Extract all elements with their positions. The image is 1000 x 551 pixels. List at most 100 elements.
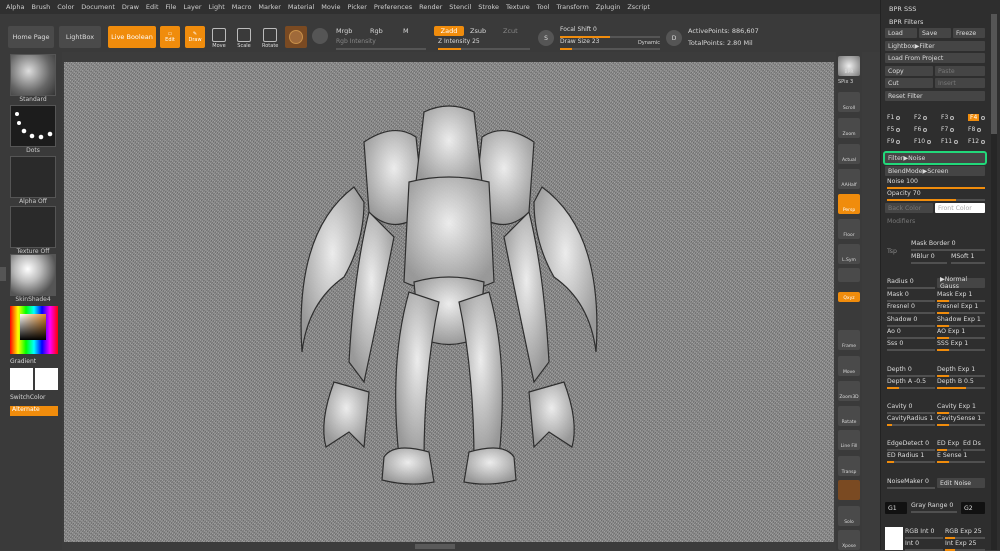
scale-button[interactable]: Scale: [237, 28, 251, 49]
mrgb-toggle[interactable]: Mrgb: [336, 27, 352, 35]
menu-item[interactable]: Movie: [321, 3, 340, 11]
zoom-button[interactable]: Zoom: [838, 118, 860, 138]
xyz-button[interactable]: Qxyz: [838, 292, 860, 302]
actual-button[interactable]: Actual: [838, 144, 860, 164]
e-sense-slider[interactable]: E Sense 1: [937, 452, 985, 463]
focal-shift-slider[interactable]: Focal Shift 0: [560, 26, 660, 38]
msoft-slider[interactable]: MSoft 1: [951, 253, 985, 264]
m-toggle[interactable]: M: [403, 27, 409, 35]
filter-slot-f4[interactable]: F4: [968, 114, 986, 121]
filter-slot-f8[interactable]: F8: [968, 126, 982, 133]
int-exp-slider[interactable]: Int Exp 25: [945, 540, 985, 551]
menu-item[interactable]: Draw: [122, 3, 139, 11]
bottom-tray-toggle[interactable]: [415, 544, 455, 549]
left-tray-toggle[interactable]: [0, 267, 6, 281]
edit-noise-button[interactable]: Edit Noise: [937, 478, 985, 488]
draw-size-slider[interactable]: Draw Size 23 Dynamic: [560, 38, 660, 50]
live-boolean-button[interactable]: Live Boolean: [108, 26, 156, 48]
bpr-button[interactable]: BPR: [838, 56, 860, 76]
move-view-button[interactable]: Move: [838, 356, 860, 376]
color-picker[interactable]: [10, 306, 58, 354]
back-color-button[interactable]: Back Color: [885, 203, 933, 213]
zsub-toggle[interactable]: Zsub: [470, 27, 486, 35]
fresnel-exp-slider[interactable]: Fresnel Exp 1: [937, 303, 985, 314]
rgb-int-slider[interactable]: RGB Int 0: [905, 528, 943, 539]
move-button[interactable]: Move: [212, 28, 226, 49]
texture-thumbnail[interactable]: [10, 206, 56, 248]
document-canvas[interactable]: [64, 62, 834, 542]
filter-slot-f1[interactable]: F1: [887, 114, 901, 121]
zadd-toggle[interactable]: Zadd: [434, 26, 464, 36]
ao-slider[interactable]: Ao 0: [887, 328, 935, 339]
radius-slider[interactable]: Radius 0: [887, 278, 935, 289]
alpha-thumbnail[interactable]: [10, 156, 56, 198]
menu-item[interactable]: Zplugin: [596, 3, 621, 11]
filter-slot-f7[interactable]: F7: [941, 126, 955, 133]
ed-ds-slider[interactable]: Ed Ds: [963, 440, 985, 451]
g2-swatch[interactable]: G2: [961, 502, 985, 514]
noise-maker-slider[interactable]: NoiseMaker 0: [887, 478, 935, 489]
noise-slider[interactable]: Noise 100: [887, 178, 985, 189]
draw-button[interactable]: ✎ Draw: [185, 26, 205, 48]
bpr-filters-header[interactable]: BPR Filters: [889, 17, 923, 27]
filter-slot-f9[interactable]: F9: [887, 138, 901, 145]
material-swatch[interactable]: [285, 26, 307, 48]
stroke-thumbnail[interactable]: [10, 105, 56, 147]
load-from-project-button[interactable]: Load From Project: [885, 53, 985, 63]
sss-exp-slider[interactable]: SSS Exp 1: [937, 340, 985, 351]
mblur-slider[interactable]: MBlur 0: [911, 253, 947, 264]
gray-range-slider[interactable]: Gray Range 0: [911, 502, 957, 513]
ed-exp-slider[interactable]: ED Exp: [937, 440, 961, 451]
xpose-button[interactable]: Xpose: [838, 530, 860, 550]
menu-item[interactable]: Document: [81, 3, 115, 11]
paste-button[interactable]: Paste: [935, 66, 985, 76]
dynamic-toggle[interactable]: Dynamic: [638, 40, 660, 46]
filter-slot-f6[interactable]: F6: [914, 126, 928, 133]
filter-slot-f12[interactable]: F12: [968, 138, 986, 145]
menu-item[interactable]: Macro: [232, 3, 252, 11]
menu-item[interactable]: Preferences: [374, 3, 412, 11]
scroll-button[interactable]: Scroll: [838, 92, 860, 112]
cavity-radius-slider[interactable]: CavityRadius 1: [887, 415, 935, 426]
floor-button[interactable]: Floor: [838, 219, 860, 239]
blendmode-selector[interactable]: BlendMode▶Screen: [885, 166, 985, 176]
menu-item[interactable]: Transform: [556, 3, 588, 11]
line-fill-button[interactable]: Line Fill: [838, 430, 860, 450]
lightbox-filter-button[interactable]: Lightbox▶Filter: [885, 41, 985, 51]
front-color-button[interactable]: Front Color: [935, 203, 985, 213]
mask-exp-slider[interactable]: Mask Exp 1: [937, 291, 985, 302]
shadow-exp-slider[interactable]: Shadow Exp 1: [937, 316, 985, 327]
main-color-swatch[interactable]: [10, 368, 33, 390]
cavity-exp-slider[interactable]: Cavity Exp 1: [937, 403, 985, 414]
menu-item[interactable]: Zscript: [627, 3, 650, 11]
menu-item[interactable]: Stroke: [478, 3, 499, 11]
opacity-slider[interactable]: Opacity 70: [887, 190, 985, 201]
reset-filter-button[interactable]: Reset Filter: [885, 91, 985, 101]
persp-button[interactable]: Persp: [838, 194, 860, 214]
menu-item[interactable]: Edit: [146, 3, 159, 11]
tray-scrollbar-thumb[interactable]: [991, 14, 997, 134]
depth-a-slider[interactable]: Depth A -0.5: [887, 378, 935, 389]
aahalf-button[interactable]: AAHalf: [838, 169, 860, 189]
menu-item[interactable]: Alpha: [6, 3, 24, 11]
sss-slider[interactable]: Sss 0: [887, 340, 935, 351]
filter-noise-selector[interactable]: Filter▶Noise: [883, 151, 987, 165]
alternate-button[interactable]: Alternate: [10, 406, 58, 416]
frame-button[interactable]: Frame: [838, 330, 860, 350]
focal-shift-icon[interactable]: S: [538, 30, 554, 46]
edit-button[interactable]: ▭ Edit: [160, 26, 180, 48]
rgb-intensity-slider[interactable]: Rgb Intensity: [336, 38, 426, 50]
menu-item[interactable]: Render: [419, 3, 442, 11]
menu-item[interactable]: Marker: [258, 3, 280, 11]
z-intensity-slider[interactable]: Z Intensity 25: [438, 38, 530, 50]
cut-button[interactable]: Cut: [885, 78, 933, 88]
zcut-toggle[interactable]: Zcut: [503, 27, 518, 35]
zoom3d-button[interactable]: Zoom3D: [838, 381, 860, 401]
ao-exp-slider[interactable]: AO Exp 1: [937, 328, 985, 339]
insert-button[interactable]: Insert: [935, 78, 985, 88]
local-button[interactable]: [838, 268, 860, 282]
fresnel-slider[interactable]: Fresnel 0: [887, 303, 935, 314]
color-picker-square[interactable]: [20, 314, 46, 340]
home-page-button[interactable]: Home Page: [8, 26, 54, 48]
cavity-sense-slider[interactable]: CavitySense 1: [937, 415, 985, 426]
